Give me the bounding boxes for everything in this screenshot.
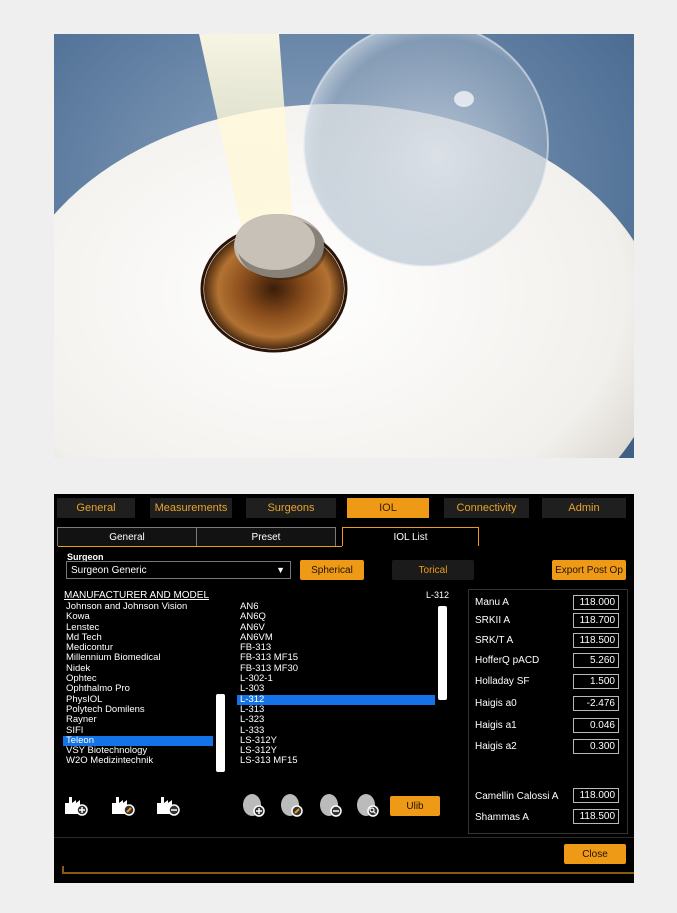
export-post-op-button[interactable]: Export Post Op	[552, 560, 626, 580]
surgeon-dropdown[interactable]: Surgeon Generic ▼	[66, 561, 291, 579]
iol-settings-window: General Measurements Surgeons IOL Connec…	[54, 494, 634, 883]
tab-iol[interactable]: IOL	[347, 498, 429, 518]
param-label: SRK/T A	[475, 635, 514, 646]
model-item[interactable]: AN6Q	[237, 611, 435, 622]
param-value-field[interactable]: 0.046	[573, 718, 619, 733]
subtab-preset[interactable]: Preset	[196, 527, 336, 546]
surgeon-selected: Surgeon Generic	[71, 565, 147, 576]
manufacturer-item[interactable]: W2O Medizintechnik	[63, 756, 213, 767]
manufacturer-scrollbar[interactable]	[214, 602, 227, 790]
param-label: Haigis a2	[475, 741, 517, 752]
tab-surgeons[interactable]: Surgeons	[246, 498, 336, 518]
model-item[interactable]: L-302-1	[237, 673, 435, 684]
param-label: Manu A	[475, 597, 509, 608]
param-label: Haigis a0	[475, 698, 517, 709]
model-item[interactable]: LS-313 MF15	[237, 756, 435, 767]
tab-connectivity[interactable]: Connectivity	[444, 498, 529, 518]
remove-lens-icon[interactable]	[319, 792, 345, 818]
subtab-label: General	[109, 531, 145, 543]
subtab-label: IOL List	[393, 531, 428, 543]
model-item[interactable]: L-313	[237, 704, 435, 715]
tab-measurements[interactable]: Measurements	[150, 498, 232, 518]
add-lens-icon[interactable]	[242, 792, 268, 818]
param-label: SRKII A	[475, 615, 511, 626]
param-label: Shammas A	[475, 812, 529, 823]
remove-manufacturer-icon[interactable]	[156, 794, 182, 816]
tab-general[interactable]: General	[57, 498, 135, 518]
ulib-button[interactable]: Ulib	[390, 796, 440, 816]
param-label: Holladay SF	[475, 676, 530, 687]
eye-lens-illustration	[54, 34, 634, 458]
tab-underline	[58, 546, 342, 547]
manufacturer-scroll-thumb[interactable]	[216, 694, 225, 772]
param-value-field[interactable]: 118.000	[573, 595, 619, 610]
param-value-field[interactable]: 118.500	[573, 633, 619, 648]
tab-label: Admin	[568, 502, 600, 514]
manufacturer-item[interactable]: Rayner	[63, 714, 213, 725]
button-label: Torical	[418, 564, 448, 576]
search-lens-icon[interactable]	[356, 792, 382, 818]
model-item[interactable]: L-312	[237, 694, 435, 705]
tab-label: Connectivity	[456, 502, 517, 514]
param-value-field[interactable]: 5.260	[573, 653, 619, 668]
manufacturer-header: MANUFACTURER AND MODEL	[64, 590, 210, 601]
eye-illustration	[54, 34, 634, 458]
subtab-label: Preset	[251, 531, 281, 543]
model-scrollbar[interactable]	[436, 602, 450, 790]
subtab-iol-list[interactable]: IOL List	[342, 527, 479, 546]
button-label: Ulib	[406, 800, 424, 812]
model-scroll-thumb[interactable]	[438, 606, 447, 700]
model-item[interactable]: L-323	[237, 714, 435, 725]
bottom-accent-line	[62, 872, 634, 874]
param-value-field[interactable]: 118.000	[573, 788, 619, 803]
tab-label: Surgeons	[267, 502, 315, 514]
param-label: Haigis a1	[475, 720, 517, 731]
tab-label: IOL	[379, 502, 397, 514]
button-label: Export Post Op	[555, 564, 623, 576]
param-label: HofferQ pACD	[475, 655, 540, 666]
param-value-field[interactable]: 118.500	[573, 809, 619, 824]
selected-model-label: L-312	[426, 590, 450, 600]
subtab-general[interactable]: General	[57, 527, 197, 546]
param-value-field[interactable]: 118.700	[573, 613, 619, 628]
edit-manufacturer-icon[interactable]	[111, 794, 137, 816]
edit-lens-icon[interactable]	[280, 792, 306, 818]
param-label: Camellin Calossi A	[475, 791, 559, 802]
tab-label: Measurements	[154, 502, 228, 514]
model-list[interactable]: AN6 AN6Q AN6V AN6VM FB-313 FB-313 MF15 FB-313 …	[237, 602, 435, 790]
param-value-field[interactable]: -2.476	[573, 696, 619, 711]
model-item[interactable]: L-303	[237, 684, 435, 695]
tab-label: General	[76, 502, 116, 514]
button-label: Close	[582, 848, 608, 860]
bottom-accent-corner	[62, 866, 64, 874]
param-value-field[interactable]: 1.500	[573, 674, 619, 689]
chevron-down-icon: ▼	[276, 565, 285, 575]
close-button[interactable]: Close	[564, 844, 626, 864]
spherical-button[interactable]: Spherical	[300, 560, 364, 580]
button-label: Spherical	[311, 564, 353, 576]
add-manufacturer-icon[interactable]	[64, 794, 90, 816]
toric-button[interactable]: Torical	[392, 560, 474, 580]
tab-admin[interactable]: Admin	[542, 498, 626, 518]
manufacturer-list[interactable]: Johnson and Johnson Vision Kowa Lenstec Md …	[63, 602, 213, 790]
model-item[interactable]: AN6	[237, 602, 435, 612]
bottom-divider	[54, 837, 634, 838]
param-value-field[interactable]: 0.300	[573, 739, 619, 754]
